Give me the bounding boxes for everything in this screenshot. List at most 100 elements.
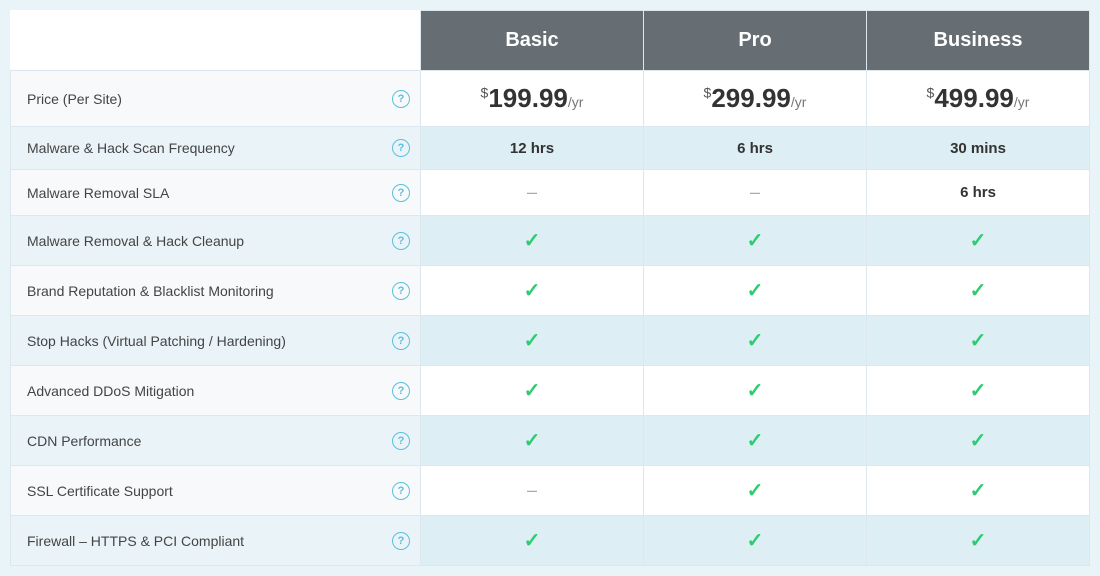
checkmark-icon: ✓ (970, 530, 987, 552)
price-period: /yr (791, 94, 807, 110)
feature-label-cell: Malware Removal & Hack Cleanup ? (11, 216, 421, 266)
info-icon[interactable]: ? (392, 332, 410, 350)
checkmark-icon: ✓ (747, 430, 764, 452)
feature-value-pro: ✓ (644, 416, 867, 466)
table-row: SSL Certificate Support ? – ✓ ✓ (11, 466, 1090, 516)
feature-label-cell: Malware & Hack Scan Frequency ? (11, 127, 421, 170)
feature-value-business: ✓ (867, 266, 1090, 316)
feature-label: Price (Per Site) (27, 91, 384, 107)
table-row: Brand Reputation & Blacklist Monitoring … (11, 266, 1090, 316)
feature-value-business: 6 hrs (867, 170, 1090, 216)
price-amount: $199.99 (481, 83, 568, 113)
checkmark-icon: ✓ (524, 280, 541, 302)
feature-value-basic: ✓ (421, 416, 644, 466)
feature-label-cell: CDN Performance ? (11, 416, 421, 466)
feature-value-basic: ✓ (421, 316, 644, 366)
table-row: Stop Hacks (Virtual Patching / Hardening… (11, 316, 1090, 366)
checkmark-icon: ✓ (524, 530, 541, 552)
feature-label: Stop Hacks (Virtual Patching / Hardening… (27, 333, 384, 349)
feature-label: Firewall – HTTPS & PCI Compliant (27, 533, 384, 549)
feature-value-basic: – (421, 170, 644, 216)
dash-icon: – (527, 480, 537, 500)
feature-value-basic: ✓ (421, 266, 644, 316)
checkmark-icon: ✓ (747, 480, 764, 502)
table-row: Malware Removal SLA ? – – 6 hrs (11, 170, 1090, 216)
feature-label: Malware Removal & Hack Cleanup (27, 233, 384, 249)
checkmark-icon: ✓ (747, 280, 764, 302)
feature-value-basic: ✓ (421, 216, 644, 266)
feature-value-business: ✓ (867, 416, 1090, 466)
feature-value-business: ✓ (867, 366, 1090, 416)
info-icon[interactable]: ? (392, 382, 410, 400)
feature-label: Malware & Hack Scan Frequency (27, 140, 384, 156)
checkmark-icon: ✓ (970, 380, 987, 402)
feature-value-basic: $199.99/yr (421, 71, 644, 127)
feature-value-pro: ✓ (644, 366, 867, 416)
value-text: 6 hrs (737, 140, 773, 157)
price-dollar: $ (704, 84, 712, 100)
feature-value-pro: ✓ (644, 516, 867, 566)
feature-label: Brand Reputation & Blacklist Monitoring (27, 283, 384, 299)
feature-value-basic: 12 hrs (421, 127, 644, 170)
info-icon[interactable]: ? (392, 432, 410, 450)
feature-value-business: ✓ (867, 466, 1090, 516)
feature-label: SSL Certificate Support (27, 483, 384, 499)
feature-label: Advanced DDoS Mitigation (27, 383, 384, 399)
checkmark-icon: ✓ (524, 330, 541, 352)
table-row: Firewall – HTTPS & PCI Compliant ? ✓ ✓ ✓ (11, 516, 1090, 566)
feature-value-business: ✓ (867, 316, 1090, 366)
price-amount: $499.99 (927, 83, 1014, 113)
plan-header-basic: Basic (421, 11, 644, 71)
checkmark-icon: ✓ (970, 230, 987, 252)
info-icon[interactable]: ? (392, 532, 410, 550)
dash-icon: – (527, 182, 537, 202)
feature-label-cell: SSL Certificate Support ? (11, 466, 421, 516)
table-row: Malware Removal & Hack Cleanup ? ✓ ✓ ✓ (11, 216, 1090, 266)
info-icon[interactable]: ? (392, 232, 410, 250)
value-text: 6 hrs (960, 184, 996, 201)
value-text: 30 mins (950, 140, 1006, 157)
feature-label: CDN Performance (27, 433, 384, 449)
checkmark-icon: ✓ (524, 430, 541, 452)
feature-label-cell: Malware Removal SLA ? (11, 170, 421, 216)
feature-label-cell: Brand Reputation & Blacklist Monitoring … (11, 266, 421, 316)
header-empty-cell (11, 11, 421, 71)
feature-value-pro: $299.99/yr (644, 71, 867, 127)
info-icon[interactable]: ? (392, 184, 410, 202)
table-row: Malware & Hack Scan Frequency ? 12 hrs 6 … (11, 127, 1090, 170)
info-icon[interactable]: ? (392, 90, 410, 108)
feature-value-business: $499.99/yr (867, 71, 1090, 127)
feature-value-basic: ✓ (421, 516, 644, 566)
feature-value-basic: – (421, 466, 644, 516)
feature-value-business: ✓ (867, 216, 1090, 266)
checkmark-icon: ✓ (747, 530, 764, 552)
price-dollar: $ (927, 84, 935, 100)
checkmark-icon: ✓ (747, 380, 764, 402)
info-icon[interactable]: ? (392, 282, 410, 300)
info-icon[interactable]: ? (392, 482, 410, 500)
feature-value-pro: ✓ (644, 466, 867, 516)
price-dollar: $ (481, 84, 489, 100)
info-icon[interactable]: ? (392, 139, 410, 157)
feature-value-pro: ✓ (644, 216, 867, 266)
checkmark-icon: ✓ (970, 280, 987, 302)
checkmark-icon: ✓ (970, 480, 987, 502)
checkmark-icon: ✓ (970, 330, 987, 352)
price-period: /yr (1014, 94, 1030, 110)
price-amount: $299.99 (704, 83, 791, 113)
feature-value-basic: ✓ (421, 366, 644, 416)
feature-value-pro: ✓ (644, 316, 867, 366)
table-row: CDN Performance ? ✓ ✓ ✓ (11, 416, 1090, 466)
feature-label-cell: Price (Per Site) ? (11, 71, 421, 127)
checkmark-icon: ✓ (524, 380, 541, 402)
checkmark-icon: ✓ (524, 230, 541, 252)
feature-value-pro: – (644, 170, 867, 216)
feature-label-cell: Firewall – HTTPS & PCI Compliant ? (11, 516, 421, 566)
feature-value-business: ✓ (867, 516, 1090, 566)
feature-label-cell: Stop Hacks (Virtual Patching / Hardening… (11, 316, 421, 366)
feature-label-cell: Advanced DDoS Mitigation ? (11, 366, 421, 416)
dash-icon: – (750, 182, 760, 202)
checkmark-icon: ✓ (747, 330, 764, 352)
plan-header-business: Business (867, 11, 1090, 71)
feature-label: Malware Removal SLA (27, 185, 384, 201)
